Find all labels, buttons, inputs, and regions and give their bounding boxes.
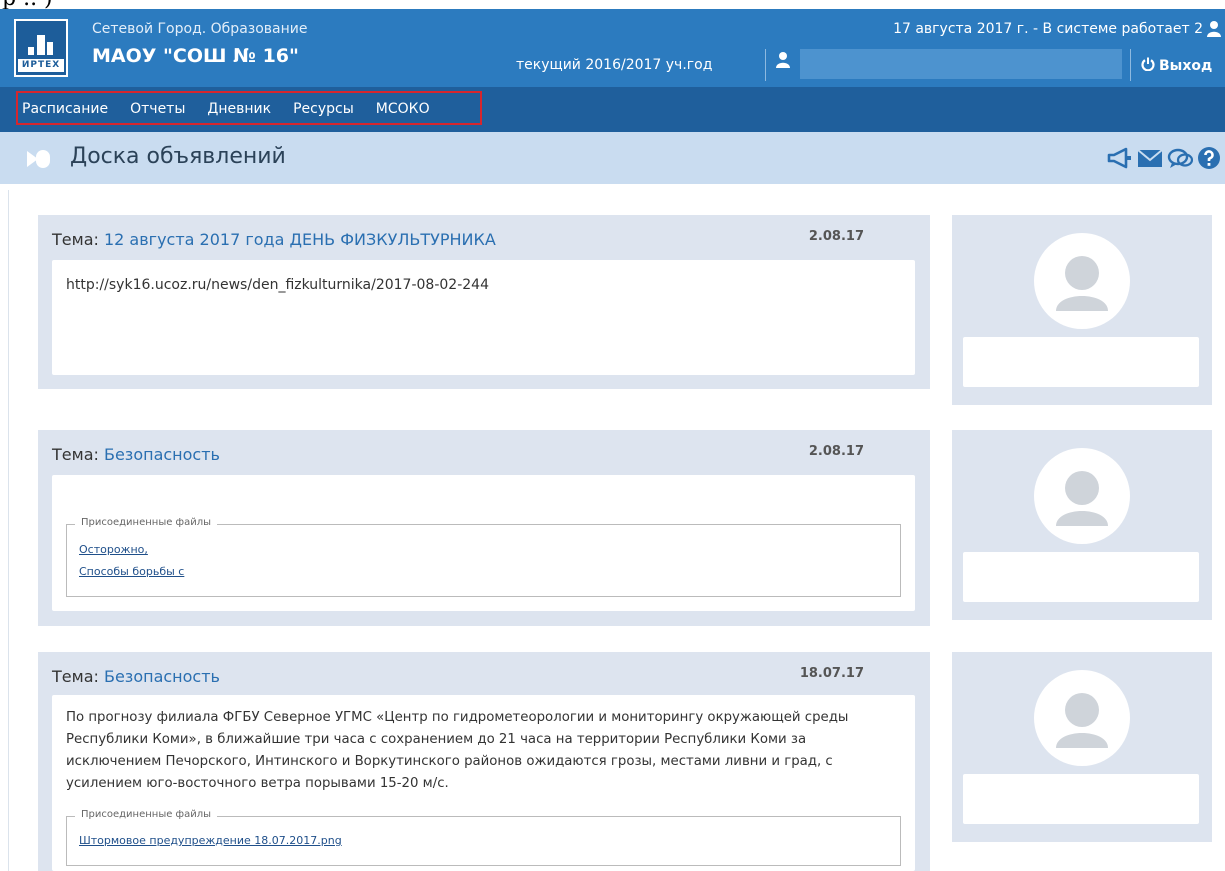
system-status: 17 августа 2017 г. - В системе работает … <box>893 21 1203 37</box>
author-name-box <box>963 774 1199 824</box>
topic-link[interactable]: 12 августа 2017 года ДЕНЬ ФИЗКУЛЬТУРНИКА <box>104 230 496 249</box>
power-icon <box>1141 57 1155 75</box>
school-name: МАОУ "СОШ № 16" <box>92 45 299 67</box>
announcement-text: По прогнозу филиала ФГБУ Северное УГМС «… <box>66 710 849 791</box>
logout-button[interactable]: Выход <box>1141 57 1212 75</box>
announcement-card: Тема: Безопасность 18.07.17 По прогнозу … <box>38 652 930 871</box>
topic-link[interactable]: Безопасность <box>104 445 220 464</box>
author-panel <box>952 652 1212 842</box>
announcement-topic: Тема: Безопасность <box>52 445 220 464</box>
attached-files-label: Присоединенные файлы <box>75 809 218 820</box>
announcement-topic: Тема: 12 августа 2017 года ДЕНЬ ФИЗКУЛЬТ… <box>52 230 496 249</box>
main-nav: Расписание Отчеты Дневник Ресурсы МСОКО <box>0 87 1225 132</box>
page-title: Доска объявлений <box>70 144 286 169</box>
announcement-text: http://syk16.ucoz.ru/news/den_fizkulturn… <box>66 277 489 293</box>
mail-icon[interactable] <box>1137 146 1163 170</box>
avatar[interactable] <box>1034 670 1130 766</box>
avatar[interactable] <box>1034 233 1130 329</box>
page-title-bar: Доска объявлений <box>0 132 1225 184</box>
academic-year[interactable]: текущий 2016/2017 уч.год <box>516 57 712 73</box>
author-panel <box>952 430 1212 620</box>
attached-files: Присоединенные файлы Осторожно, Способы … <box>66 517 901 597</box>
irtex-logo[interactable]: ИРТЕХ <box>14 19 68 77</box>
app-name: Сетевой Город. Образование <box>92 21 308 37</box>
announcement-card: Тема: 12 августа 2017 года ДЕНЬ ФИЗКУЛЬТ… <box>38 215 930 389</box>
attached-files: Присоединенные файлы Штормовое предупреж… <box>66 809 901 866</box>
header-divider <box>1130 49 1131 81</box>
announcement-date: 18.07.17 <box>799 666 864 681</box>
logo-text: ИРТЕХ <box>18 59 64 72</box>
announcement-topic: Тема: Безопасность <box>52 667 220 686</box>
announcement-body: Присоединенные файлы Осторожно, Способы … <box>52 475 915 611</box>
left-rail <box>8 190 9 871</box>
cropped-caption: р .. ) <box>0 0 1225 9</box>
announcement-date: 2.08.17 <box>808 444 864 459</box>
chat-icon[interactable] <box>1167 146 1194 170</box>
announcement-body: По прогнозу филиала ФГБУ Северное УГМС «… <box>52 695 915 871</box>
back-arrow-icon[interactable] <box>22 147 54 171</box>
announcement-body: http://syk16.ucoz.ru/news/den_fizkulturn… <box>52 260 915 375</box>
nav-highlight-frame <box>16 91 482 125</box>
topic-label: Тема: <box>52 230 99 249</box>
avatar[interactable] <box>1034 448 1130 544</box>
attached-files-label: Присоединенные файлы <box>75 517 218 528</box>
user-icon <box>776 51 790 69</box>
file-link[interactable]: Способы борьбы с <box>79 565 184 578</box>
announcement-card: Тема: Безопасность 2.08.17 Присоединенны… <box>38 430 930 626</box>
header-divider <box>765 49 766 81</box>
app-header: ИРТЕХ Сетевой Город. Образование МАОУ "С… <box>0 9 1225 87</box>
author-name-box <box>963 552 1199 602</box>
announcement-date: 2.08.17 <box>808 229 864 244</box>
topic-label: Тема: <box>52 445 99 464</box>
topic-link[interactable]: Безопасность <box>104 667 220 686</box>
online-users-icon[interactable] <box>1207 20 1221 38</box>
author-panel <box>952 215 1212 405</box>
file-link[interactable]: Штормовое предупреждение 18.07.2017.png <box>79 834 342 847</box>
logout-label: Выход <box>1159 58 1213 74</box>
megaphone-icon[interactable] <box>1107 146 1133 170</box>
file-link[interactable]: Осторожно, <box>79 543 148 556</box>
help-icon[interactable] <box>1197 146 1223 170</box>
topic-label: Тема: <box>52 667 99 686</box>
author-name-box <box>963 337 1199 387</box>
user-name-redacted[interactable] <box>800 49 1122 79</box>
